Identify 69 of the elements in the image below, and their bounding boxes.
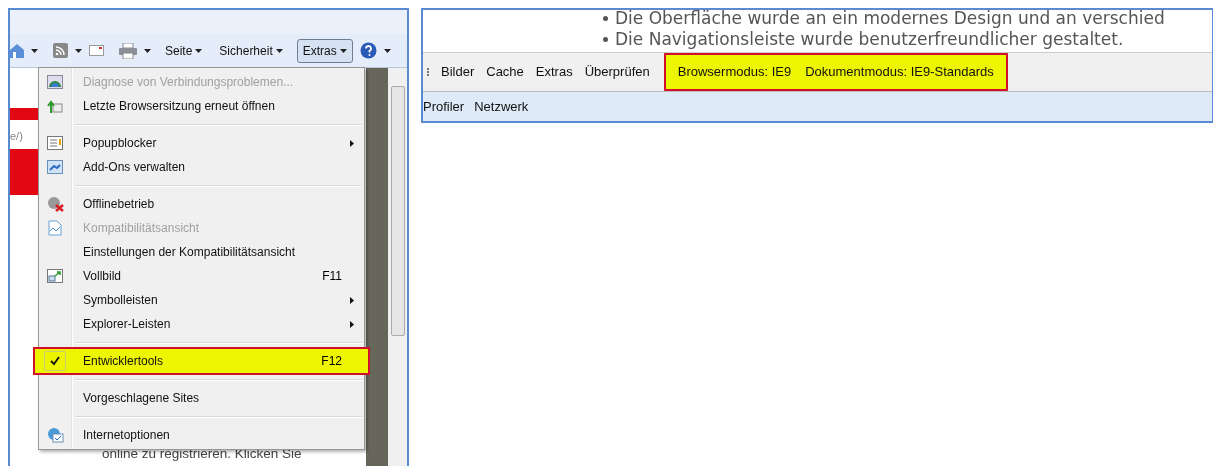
add-ons-icon	[47, 160, 63, 174]
menu-item-label: Kompatibilitätsansicht	[82, 220, 201, 237]
shortcut-label: F12	[321, 353, 343, 370]
mode-menu[interactable]: Dokumentmodus: IE9-Standards	[805, 62, 994, 82]
compatibility-view-icon	[48, 220, 62, 236]
home-icon[interactable]	[10, 42, 24, 59]
menu-item[interactable]: Letzte Browsersitzung erneut öffnen	[39, 94, 364, 118]
bullet-text: Die Navigationsleiste wurde benutzerfreundlicher gestaltet.	[615, 29, 1124, 50]
menu-item[interactable]: Add-Ons verwalten	[39, 155, 364, 179]
caret-icon	[75, 48, 82, 53]
caret-icon	[275, 48, 283, 53]
bullet-icon	[603, 37, 608, 42]
menu-bar-item[interactable]: Bilder	[441, 62, 475, 82]
menu-item[interactable]: Symbolleisten	[39, 288, 364, 312]
feed-icon[interactable]	[53, 43, 68, 58]
tab[interactable]: Netzwerk	[474, 96, 529, 117]
menu-item[interactable]: Popupblocker	[39, 131, 364, 155]
menu-bar-item[interactable]: Extras	[535, 62, 573, 82]
menu-item[interactable]: Entwicklertools F12	[35, 349, 368, 373]
reopen-session-icon	[47, 98, 63, 114]
menu-item-label: Add-Ons verwalten	[82, 159, 187, 176]
menu-item-label: Letzte Browsersitzung erneut öffnen	[82, 98, 276, 115]
caret-icon	[144, 48, 151, 53]
bullet-text: Die Oberfläche wurde an ein modernes Design und an verschied	[615, 10, 1165, 29]
separator-dots-icon	[427, 68, 429, 76]
menu-item-label: Diagnose von Verbindungsproblemen...	[82, 74, 295, 91]
shortcut-label: F11	[322, 268, 343, 285]
printer-icon[interactable]	[119, 42, 137, 59]
tab[interactable]: Profiler	[423, 96, 465, 117]
menu-bar-item[interactable]: Überprüfen	[584, 62, 650, 82]
popup-blocker-icon	[47, 136, 63, 150]
offline-icon	[46, 196, 64, 212]
network-diagnose-icon	[47, 75, 63, 89]
help-icon[interactable]	[359, 42, 377, 59]
toolbar-menu-button[interactable]: Extras	[296, 38, 353, 63]
menu-item-label: Einstellungen der Kompatibilitätsansicht	[82, 244, 297, 261]
menu-item[interactable]: Internetoptionen	[39, 423, 364, 447]
menu-item-label: Explorer-Leisten	[82, 316, 172, 333]
menu-item-label: Symbolleisten	[82, 292, 159, 309]
toolbar-menu-button[interactable]: Seite	[162, 38, 206, 63]
internet-options-icon	[46, 427, 64, 443]
menu-item-label: Vollbild	[82, 268, 123, 285]
mode-menu[interactable]: Browsermodus: IE9	[677, 62, 792, 82]
menu-bar-item[interactable]: Cache	[486, 62, 524, 82]
menu-item[interactable]: Vorgeschlagene Sites	[39, 386, 364, 410]
menu-item-label: Offlinebetrieb	[82, 196, 156, 213]
caret-icon	[339, 48, 347, 53]
submenu-arrow-icon	[350, 139, 354, 147]
print-graphic	[10, 148, 38, 195]
submenu-arrow-icon	[350, 296, 354, 304]
menu-item-label: Entwicklertools	[82, 353, 165, 370]
scrollbar-thumb[interactable]	[390, 86, 405, 336]
menu-item-label: Popupblocker	[82, 135, 158, 152]
toolbar-menu-button[interactable]: Sicherheit	[216, 38, 286, 63]
menu-item[interactable]: Explorer-Leisten	[39, 312, 364, 336]
page-text-fragment: e/)	[10, 129, 23, 144]
caret-icon	[31, 48, 38, 53]
menu-item-label: Vorgeschlagene Sites	[82, 390, 201, 407]
menu-item[interactable]: Einstellungen der Kompatibilitätsansicht	[39, 240, 364, 264]
caret-icon	[195, 48, 203, 53]
mail-icon[interactable]	[89, 45, 104, 56]
submenu-arrow-icon	[350, 320, 354, 328]
fullscreen-icon	[47, 269, 63, 283]
bullet-icon	[603, 16, 608, 21]
caret-icon	[383, 48, 391, 53]
page-banner	[10, 108, 38, 120]
menu-item-label: Internetoptionen	[82, 427, 171, 444]
menu-item[interactable]: Vollbild F11	[39, 264, 364, 288]
menu-item[interactable]: Offlinebetrieb	[39, 192, 364, 216]
